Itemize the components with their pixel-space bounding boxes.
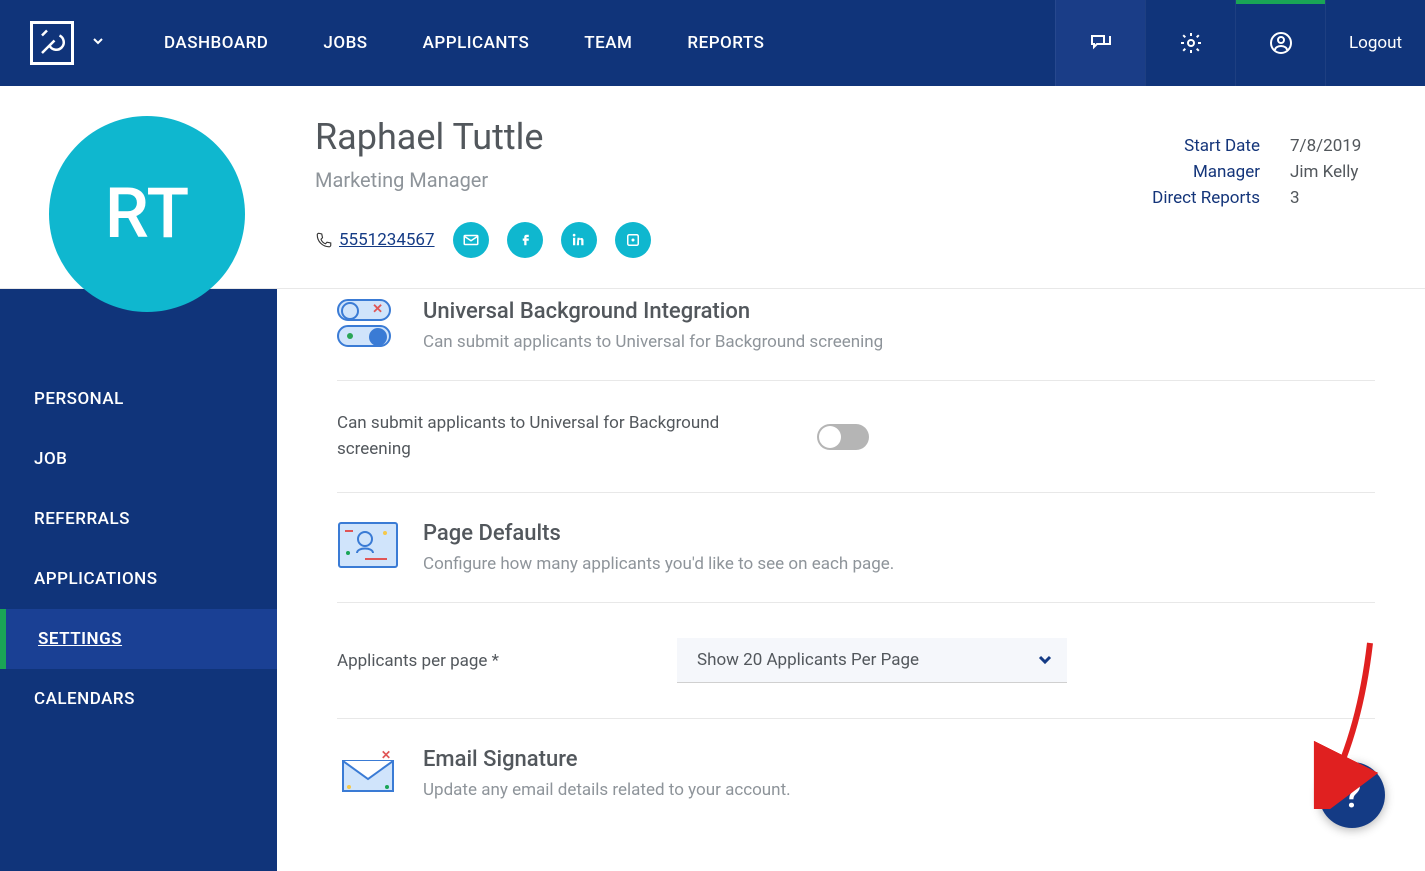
sidebar-item-personal[interactable]: PERSONAL xyxy=(0,369,277,429)
nav-reports[interactable]: REPORTS xyxy=(687,33,764,53)
nav-team[interactable]: TEAM xyxy=(584,33,632,53)
main-content[interactable]: ✕ Universal Background Integration Can s… xyxy=(277,289,1425,871)
linkedin-button[interactable] xyxy=(561,222,597,258)
help-icon: ? xyxy=(1343,773,1361,817)
topnav-right: Logout xyxy=(1055,0,1425,86)
manager-label: Manager xyxy=(1193,162,1260,182)
logout-button[interactable]: Logout xyxy=(1325,0,1425,86)
messages-button[interactable] xyxy=(1055,0,1145,86)
sidebar-item-calendars[interactable]: CALENDARS xyxy=(0,669,277,729)
linkedin-icon xyxy=(570,231,588,249)
phone-link[interactable]: 5551234567 xyxy=(315,230,435,250)
universal-toggle-row: Can submit applicants to Universal for B… xyxy=(337,381,1375,493)
twitter-icon xyxy=(624,231,642,249)
section-page-defaults: Page Defaults Configure how many applica… xyxy=(337,493,1375,602)
direct-reports-label: Direct Reports xyxy=(1152,188,1260,208)
sidebar-item-job[interactable]: JOB xyxy=(0,429,277,489)
app-switcher-chevron[interactable] xyxy=(92,35,104,51)
contact-row: 5551234567 xyxy=(315,222,1365,258)
app-logo[interactable] xyxy=(30,21,74,65)
twitter-button[interactable] xyxy=(615,222,651,258)
email-signature-desc: Update any email details related to your… xyxy=(423,780,791,800)
direct-reports-value: 3 xyxy=(1290,188,1365,208)
email-signature-title: Email Signature xyxy=(423,747,791,772)
phone-icon xyxy=(315,231,333,249)
page-defaults-icon xyxy=(337,521,399,569)
universal-title: Universal Background Integration xyxy=(423,299,883,324)
section-email-signature: ✕ Email Signature Update any email detai… xyxy=(337,719,1375,828)
profile-meta: Start Date 7/8/2019 Manager Jim Kelly Di… xyxy=(1152,136,1365,214)
facebook-icon xyxy=(516,231,534,249)
avatar: RT xyxy=(49,116,245,312)
email-icon xyxy=(462,231,480,249)
page-defaults-title: Page Defaults xyxy=(423,521,894,546)
toggle-pair-icon: ✕ xyxy=(337,299,399,347)
page-defaults-desc: Configure how many applicants you'd like… xyxy=(423,554,894,574)
applicants-per-page-label: Applicants per page * xyxy=(337,651,677,671)
section-universal-background: ✕ Universal Background Integration Can s… xyxy=(337,289,1375,380)
profile-header: RT Raphael Tuttle Marketing Manager 5551… xyxy=(0,86,1425,289)
start-date-value: 7/8/2019 xyxy=(1290,136,1365,156)
nav-dashboard[interactable]: DASHBOARD xyxy=(164,33,268,53)
sidebar-item-referrals[interactable]: REFERRALS xyxy=(0,489,277,549)
manager-value: Jim Kelly xyxy=(1290,162,1365,182)
email-signature-icon: ✕ xyxy=(337,747,399,795)
help-button[interactable]: ? xyxy=(1319,762,1385,828)
facebook-button[interactable] xyxy=(507,222,543,258)
main-nav-links: DASHBOARD JOBS APPLICANTS TEAM REPORTS xyxy=(164,33,764,53)
nav-applicants[interactable]: APPLICANTS xyxy=(423,33,530,53)
sidebar-item-settings[interactable]: SETTINGS xyxy=(0,609,277,669)
svg-text:✕: ✕ xyxy=(381,748,391,762)
sidebar: PERSONAL JOB REFERRALS APPLICATIONS SETT… xyxy=(0,289,277,871)
top-nav: DASHBOARD JOBS APPLICANTS TEAM REPORTS L… xyxy=(0,0,1425,86)
email-button[interactable] xyxy=(453,222,489,258)
sidebar-item-applications[interactable]: APPLICATIONS xyxy=(0,549,277,609)
universal-toggle-label: Can submit applicants to Universal for B… xyxy=(337,411,777,462)
universal-desc: Can submit applicants to Universal for B… xyxy=(423,332,883,352)
settings-gear-button[interactable] xyxy=(1145,0,1235,86)
nav-jobs[interactable]: JOBS xyxy=(323,33,367,53)
applicants-per-page-row: Applicants per page * Show 20 Applicants… xyxy=(337,603,1375,719)
logo-area xyxy=(0,21,104,65)
phone-number: 5551234567 xyxy=(339,230,435,250)
universal-toggle[interactable] xyxy=(817,424,869,450)
body-area: PERSONAL JOB REFERRALS APPLICATIONS SETT… xyxy=(0,289,1425,871)
profile-button[interactable] xyxy=(1235,0,1325,86)
applicants-per-page-select[interactable]: Show 20 Applicants Per Page xyxy=(677,638,1067,683)
start-date-label: Start Date xyxy=(1184,136,1260,156)
